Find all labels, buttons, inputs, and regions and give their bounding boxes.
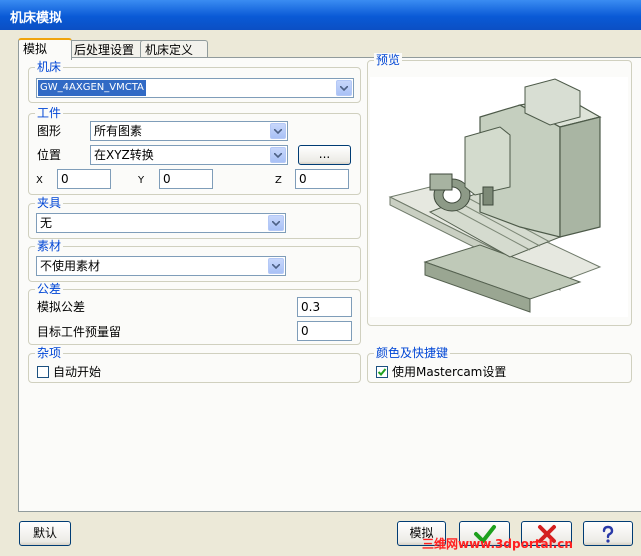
x-label: X [36,175,43,186]
stock-select[interactable]: 不使用素材 [36,256,286,276]
position-select-value: 在XYZ转换 [94,148,154,162]
auto-start-label: 自动开始 [53,365,102,379]
use-mastercam-label: 使用Mastercam设置 [392,365,507,379]
browse-button-label: ... [318,147,331,161]
z-label: Z [275,175,282,186]
stock-legend: 素材 [35,239,64,253]
tab-label: 模拟 [23,42,48,56]
chevron-down-icon[interactable] [270,147,286,163]
machine-illustration [388,78,602,313]
watermark-text: 三维网www.3dportal.cn [422,537,573,551]
sim-tolerance-input[interactable]: 0.3 [297,297,352,317]
machine-select-value: GW_4AXGEN_VMCTA [38,80,146,96]
chevron-down-icon[interactable] [268,215,284,231]
stock-allowance-value: 0 [301,324,309,338]
preview-legend: 预览 [374,53,403,67]
fixture-select-value: 无 [40,216,53,230]
title-bar[interactable]: 机床模拟 [0,0,641,30]
z-input-value: 0 [299,172,307,186]
browse-button[interactable]: ... [298,145,351,165]
machine-legend: 机床 [35,60,64,74]
auto-start-checkbox[interactable] [37,366,49,378]
tab-label: 机床定义 [145,43,194,57]
chevron-down-icon[interactable] [336,80,352,96]
position-label: 位置 [37,148,62,162]
tab-simulate[interactable]: 模拟 [18,38,72,60]
stock-allowance-label: 目标工件预量留 [37,325,122,339]
machine-select[interactable]: GW_4AXGEN_VMCTA [36,78,354,98]
question-mark-icon [602,525,614,543]
window-title: 机床模拟 [10,11,63,26]
chevron-down-icon[interactable] [270,123,286,139]
default-button[interactable]: 默认 [19,521,71,546]
y-input[interactable]: 0 [159,169,213,189]
stock-allowance-input[interactable]: 0 [297,321,352,341]
colors-legend: 颜色及快捷键 [374,346,451,360]
help-button[interactable] [583,521,633,546]
machine-preview-image [370,77,628,317]
z-input[interactable]: 0 [295,169,349,189]
shape-select[interactable]: 所有图素 [90,121,288,141]
tab-label: 后处理设置 [74,43,135,57]
default-button-label: 默认 [32,526,57,540]
sim-tolerance-label: 模拟公差 [37,300,86,314]
misc-legend: 杂项 [35,346,64,360]
fixture-legend: 夹具 [35,196,64,210]
shape-select-value: 所有图素 [94,124,143,138]
shape-label: 图形 [37,124,62,138]
y-input-value: 0 [163,172,171,186]
checkmark-icon [377,368,387,376]
x-input-value: 0 [61,172,69,186]
workpiece-legend: 工件 [35,106,64,120]
sim-tolerance-value: 0.3 [301,300,321,314]
chevron-down-icon[interactable] [268,258,284,274]
position-select[interactable]: 在XYZ转换 [90,145,288,165]
fixture-select[interactable]: 无 [36,213,286,233]
y-label: Y [138,175,145,186]
tolerance-legend: 公差 [35,282,64,296]
use-mastercam-checkbox[interactable] [376,366,388,378]
x-input[interactable]: 0 [57,169,111,189]
stock-select-value: 不使用素材 [40,259,101,273]
